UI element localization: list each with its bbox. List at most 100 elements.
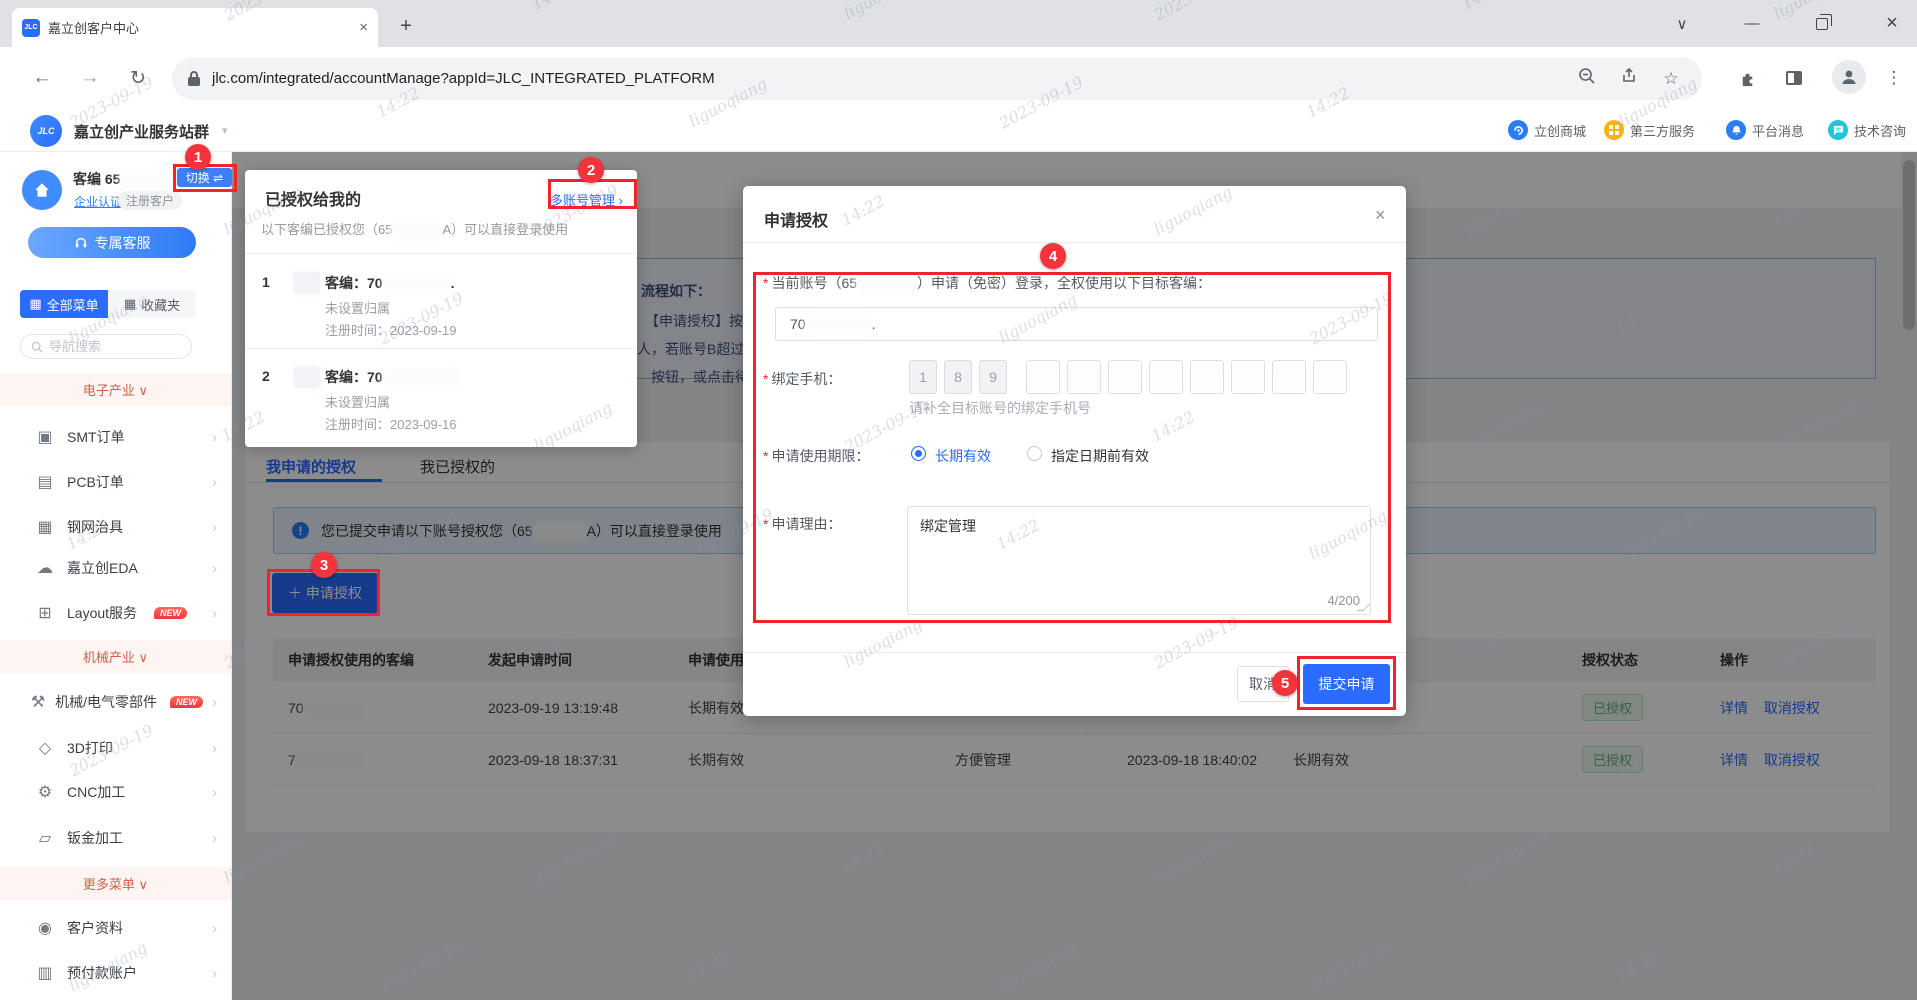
phone-digit-input[interactable] bbox=[1026, 360, 1060, 394]
radio-long-term-label[interactable]: 长期有效 bbox=[935, 446, 991, 466]
user-avatar[interactable] bbox=[22, 170, 62, 210]
censored-client-id bbox=[809, 318, 869, 331]
extensions-puzzle-icon[interactable] bbox=[1730, 60, 1766, 96]
tab-all-menu[interactable]: ▦ 全部菜单 bbox=[20, 290, 108, 318]
sidebar-item-mech-parts[interactable]: ⚒ 机械/电气零部件 NEW › bbox=[0, 680, 231, 724]
tab-favorites[interactable]: ▦ 收藏夹 bbox=[108, 290, 196, 318]
tab-title: 嘉立创客户中心 bbox=[48, 18, 351, 37]
hexagon-3d-icon: ◇ bbox=[36, 738, 54, 758]
headset-icon bbox=[74, 236, 88, 250]
censored-client-id bbox=[395, 224, 439, 237]
stencil-icon: ▦ bbox=[36, 517, 54, 537]
phone-field-label: *绑定手机： bbox=[763, 369, 841, 389]
minimize-button[interactable]: — bbox=[1730, 0, 1774, 47]
phone-digit-box: 9 bbox=[979, 360, 1007, 394]
radio-until-date[interactable] bbox=[1027, 446, 1042, 461]
sidebar-tabs: ▦ 全部菜单 ▦ 收藏夹 bbox=[20, 290, 196, 318]
chevron-right-icon: › bbox=[212, 920, 217, 937]
sidebar-item-customer-profile[interactable]: ◉ 客户资料 › bbox=[0, 906, 231, 950]
section-electronics[interactable]: 电子产业 ∨ bbox=[0, 373, 231, 406]
pcb-order-icon: ▤ bbox=[36, 472, 54, 492]
chevron-right-icon: › bbox=[212, 605, 217, 622]
dedicated-service-button[interactable]: 专属客服 bbox=[28, 227, 196, 258]
tab-close-icon[interactable]: × bbox=[359, 19, 368, 36]
modal-title: 申请授权 bbox=[764, 207, 828, 231]
sidebar-item-3d-print[interactable]: ◇ 3D打印 › bbox=[0, 726, 231, 770]
annotation-badge-1: 1 bbox=[185, 144, 211, 170]
sidebar-item-layout[interactable]: ⊞ Layout服务 NEW › bbox=[0, 591, 231, 635]
chevron-right-icon: › bbox=[212, 965, 217, 982]
sidebar-item-pcb[interactable]: ▤ PCB订单 › bbox=[0, 460, 231, 504]
chevron-right-icon: › bbox=[212, 519, 217, 536]
censored-avatar bbox=[294, 272, 320, 294]
phone-digit-input[interactable] bbox=[1313, 360, 1347, 394]
phone-digit-input[interactable] bbox=[1149, 360, 1183, 394]
profile-avatar[interactable] bbox=[1832, 60, 1866, 94]
url-bar[interactable]: jlc.com/integrated/accountManage?appId=J… bbox=[172, 57, 1702, 100]
new-badge: NEW bbox=[154, 607, 187, 619]
close-window-button[interactable]: × bbox=[1870, 0, 1914, 47]
sidebar-search[interactable] bbox=[20, 334, 192, 359]
annotation-badge-5: 5 bbox=[1272, 670, 1298, 696]
sidebar-item-prepaid-account[interactable]: ▥ 预付款账户 › bbox=[0, 951, 231, 995]
section-more[interactable]: 更多菜单 ∨ bbox=[0, 867, 231, 900]
divider bbox=[743, 242, 1406, 243]
restore-button[interactable] bbox=[1800, 0, 1844, 47]
censored-avatar bbox=[294, 366, 320, 388]
sidebar-item-cnc[interactable]: ⚙ CNC加工 › bbox=[0, 770, 231, 814]
sidebar-item-smt[interactable]: ▣ SMT订单 › bbox=[0, 415, 231, 459]
radio-until-date-label[interactable]: 指定日期前有效 bbox=[1051, 446, 1149, 466]
back-icon[interactable]: ← bbox=[26, 62, 58, 94]
reason-field-label: *申请理由： bbox=[763, 514, 841, 534]
enterprise-cert-link[interactable]: 企业认证 bbox=[74, 193, 122, 210]
phone-digit-input[interactable] bbox=[1067, 360, 1101, 394]
authorized-to-me-popup: 已授权给我的 多账号管理 › 以下客编已授权您（65A）可以直接登录使用 1 客… bbox=[245, 170, 637, 447]
tab-search-chevron-icon[interactable]: ∨ bbox=[1660, 0, 1704, 47]
forward-icon[interactable]: → bbox=[74, 62, 106, 94]
sidebar-item-sheet-metal[interactable]: ▱ 钣金加工 › bbox=[0, 816, 231, 860]
modal-close-icon[interactable]: × bbox=[1375, 205, 1386, 226]
reason-textarea[interactable]: 绑定管理 4/200 bbox=[907, 506, 1371, 615]
censored-client-id bbox=[123, 174, 175, 187]
zoom-out-icon[interactable] bbox=[1572, 67, 1602, 90]
new-tab-button[interactable]: + bbox=[392, 12, 420, 40]
layout-icon: ⊞ bbox=[36, 603, 54, 623]
eda-cloud-icon: ☁ bbox=[36, 558, 54, 578]
switch-account-button[interactable]: 切换 ⇌ bbox=[177, 168, 232, 187]
smt-order-icon: ▣ bbox=[36, 427, 54, 447]
browser-menu-icon[interactable]: ⋮ bbox=[1876, 60, 1912, 96]
phone-digit-input[interactable] bbox=[1108, 360, 1142, 394]
favicon: JLC bbox=[22, 19, 40, 37]
annotation-badge-2: 2 bbox=[578, 157, 604, 183]
sheet-metal-icon: ▱ bbox=[36, 828, 54, 848]
multi-account-manage-link[interactable]: 多账号管理 › bbox=[550, 190, 623, 209]
sidebar-item-eda[interactable]: ☁ 嘉立创EDA › bbox=[0, 546, 231, 590]
phone-digit-input[interactable] bbox=[1190, 360, 1224, 394]
browser-tab[interactable]: JLC 嘉立创客户中心 × bbox=[12, 8, 378, 47]
phone-digit-input[interactable] bbox=[1272, 360, 1306, 394]
topnav-messages[interactable]: 平台消息 bbox=[1726, 108, 1804, 152]
brand-caret-icon[interactable]: ▾ bbox=[222, 124, 228, 137]
topnav-support[interactable]: 技术咨询 bbox=[1828, 108, 1906, 152]
radio-long-term-selected[interactable] bbox=[911, 446, 926, 461]
new-badge: NEW bbox=[170, 696, 203, 708]
url-text[interactable]: jlc.com/integrated/accountManage?appId=J… bbox=[212, 70, 1560, 87]
bookmark-star-icon[interactable]: ☆ bbox=[1656, 69, 1686, 89]
sidebar-item-stencil[interactable]: ▦ 钢网治具 › bbox=[0, 505, 231, 549]
topnav-thirdparty[interactable]: 第三方服务 bbox=[1604, 108, 1695, 152]
section-mechanical[interactable]: 机械产业 ∨ bbox=[0, 640, 231, 673]
share-icon[interactable] bbox=[1614, 67, 1644, 90]
registered-customer-badge: 注册客户 bbox=[118, 191, 182, 210]
target-client-input[interactable]: 70. bbox=[775, 307, 1378, 341]
side-panel-icon[interactable] bbox=[1776, 60, 1812, 96]
chevron-right-icon: › bbox=[212, 830, 217, 847]
phone-digit-input[interactable] bbox=[1231, 360, 1265, 394]
reload-icon[interactable]: ↻ bbox=[122, 62, 154, 94]
censored-client-id bbox=[386, 372, 456, 385]
topnav-mall[interactable]: 立创商城 bbox=[1508, 108, 1586, 152]
jlc-logo[interactable]: JLC bbox=[30, 115, 62, 147]
brand-name[interactable]: 嘉立创产业服务站群 bbox=[74, 121, 209, 142]
screen: JLC 嘉立创客户中心 × + ∨ — × ← → ↻ jlc.com/inte… bbox=[0, 0, 1917, 1000]
search-input[interactable] bbox=[49, 339, 159, 354]
submit-application-button[interactable]: 提交申请 bbox=[1303, 664, 1390, 704]
